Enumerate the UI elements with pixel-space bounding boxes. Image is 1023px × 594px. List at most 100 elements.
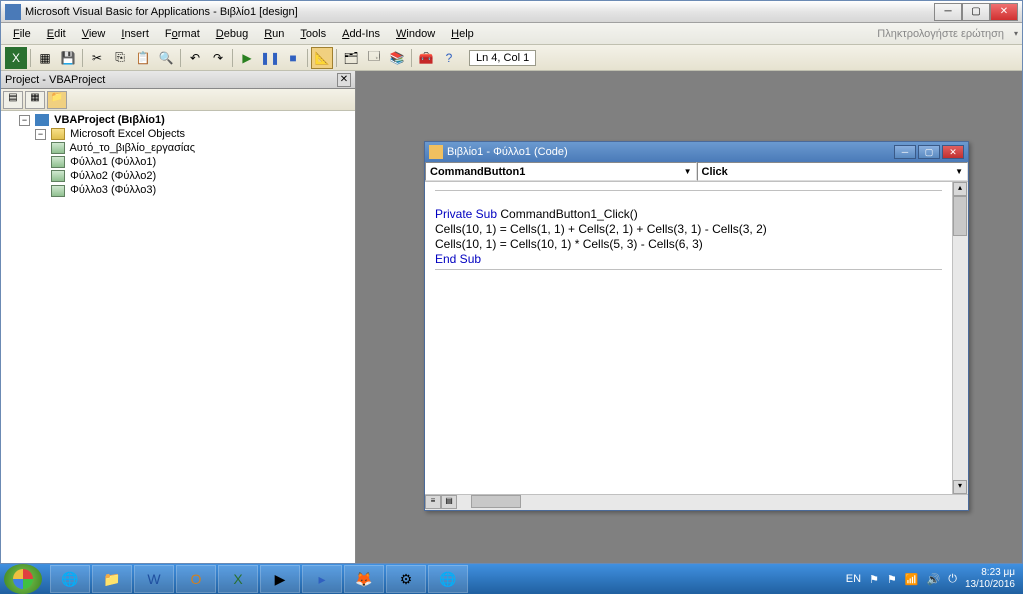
language-indicator[interactable]: EN xyxy=(846,573,861,585)
word-icon[interactable]: W xyxy=(134,565,174,593)
menu-format[interactable]: Format xyxy=(157,26,208,42)
chrome-running-icon[interactable]: 🌐 xyxy=(428,565,468,593)
media-player-icon[interactable]: ▶ xyxy=(260,565,300,593)
power-icon[interactable]: ⏻ xyxy=(948,573,957,586)
code-editor[interactable]: Private Sub CommandButton1_Click() Cells… xyxy=(425,182,952,494)
code-window-titlebar[interactable]: Βιβλίο1 - Φύλλο1 (Code) ─ ▢ ✕ xyxy=(425,142,968,162)
menu-view[interactable]: View xyxy=(74,26,114,42)
object-dropdown[interactable]: CommandButton1 ▼ xyxy=(425,162,697,181)
tree-item-sheet2[interactable]: Φύλλο2 (Φύλλο2) xyxy=(3,169,353,183)
flag-icon[interactable]: ⚑ xyxy=(869,573,879,586)
tree-root[interactable]: − VBAProject (Βιβλίο1) xyxy=(3,113,353,127)
design-mode-icon[interactable]: 📐 xyxy=(311,47,333,69)
view-code-button[interactable]: ▤ xyxy=(3,91,23,109)
undo-icon[interactable]: ↶ xyxy=(184,47,206,69)
full-module-view-button[interactable]: ▤ xyxy=(441,495,457,509)
tree-item-sheet3[interactable]: Φύλλο3 (Φύλλο3) xyxy=(3,183,353,197)
firefox-icon[interactable]: 🦊 xyxy=(344,565,384,593)
workbook-icon xyxy=(51,142,65,154)
explorer-icon[interactable]: 📁 xyxy=(92,565,132,593)
scroll-thumb[interactable] xyxy=(471,495,521,508)
menu-tools[interactable]: Tools xyxy=(292,26,334,42)
cursor-position: Ln 4, Col 1 xyxy=(469,50,536,66)
scroll-up-icon[interactable]: ▴ xyxy=(953,182,967,196)
break-icon[interactable]: ❚❚ xyxy=(259,47,281,69)
cut-icon[interactable]: ✂ xyxy=(86,47,108,69)
project-tree[interactable]: − VBAProject (Βιβλίο1) − Microsoft Excel… xyxy=(1,111,355,563)
horizontal-scrollbar[interactable]: ≡ ▤ xyxy=(425,494,968,510)
save-icon[interactable]: 💾 xyxy=(57,47,79,69)
code-window: Βιβλίο1 - Φύλλο1 (Code) ─ ▢ ✕ CommandBut… xyxy=(424,141,969,511)
tree-folder[interactable]: − Microsoft Excel Objects xyxy=(3,127,353,141)
procedure-view-button[interactable]: ≡ xyxy=(425,495,441,509)
menu-window[interactable]: Window xyxy=(388,26,443,42)
insert-module-icon[interactable]: ▦ xyxy=(34,47,56,69)
object-browser-icon[interactable]: 📚 xyxy=(386,47,408,69)
project-panel-close-button[interactable]: ✕ xyxy=(337,73,351,87)
menu-insert[interactable]: Insert xyxy=(113,26,157,42)
powershell-icon[interactable]: ▸ xyxy=(302,565,342,593)
scroll-down-icon[interactable]: ▾ xyxy=(953,480,967,494)
toggle-folders-button[interactable]: 📁 xyxy=(47,91,67,109)
project-panel-title: Project - VBAProject ✕ xyxy=(1,71,355,89)
procedure-dropdown-value: Click xyxy=(702,166,728,178)
action-center-icon[interactable]: ⚑ xyxy=(887,573,897,586)
code-dropdowns: CommandButton1 ▼ Click ▼ xyxy=(425,162,968,182)
tree-toggle-icon[interactable]: − xyxy=(35,129,46,140)
close-button[interactable]: ✕ xyxy=(990,3,1018,21)
run-icon[interactable]: ▶ xyxy=(236,47,258,69)
copy-icon[interactable]: ⎘ xyxy=(109,47,131,69)
clock[interactable]: 8:23 μμ 13/10/2016 xyxy=(965,567,1015,591)
help-dropdown-icon[interactable]: ▾ xyxy=(1014,29,1018,38)
menu-bar: File Edit View Insert Format Debug Run T… xyxy=(1,23,1022,45)
reset-icon[interactable]: ■ xyxy=(282,47,304,69)
procedure-dropdown[interactable]: Click ▼ xyxy=(697,162,969,181)
project-panel-toolbar: ▤ ▦ 📁 xyxy=(1,89,355,111)
outlook-icon[interactable]: O xyxy=(176,565,216,593)
maximize-button[interactable]: ▢ xyxy=(962,3,990,21)
network-icon[interactable]: 📶 xyxy=(905,573,919,586)
clock-date: 13/10/2016 xyxy=(965,579,1015,591)
settings-icon[interactable]: ⚙ xyxy=(386,565,426,593)
project-explorer-icon[interactable]: 🗂 xyxy=(340,47,362,69)
main-area: Project - VBAProject ✕ ▤ ▦ 📁 − VBAProjec… xyxy=(1,71,1022,563)
help-icon[interactable]: ? xyxy=(438,47,460,69)
help-search[interactable]: Πληκτρολογήστε ερώτηση xyxy=(877,28,1012,40)
tree-item-sheet1[interactable]: Φύλλο1 (Φύλλο1) xyxy=(3,155,353,169)
menu-debug[interactable]: Debug xyxy=(208,26,256,42)
view-excel-icon[interactable]: X xyxy=(5,47,27,69)
redo-icon[interactable]: ↷ xyxy=(207,47,229,69)
menu-addins[interactable]: Add-Ins xyxy=(334,26,388,42)
toolbox-icon[interactable]: 🧰 xyxy=(415,47,437,69)
menu-help[interactable]: Help xyxy=(443,26,482,42)
toolbar: X ▦ 💾 ✂ ⎘ 📋 🔍 ↶ ↷ ▶ ❚❚ ■ 📐 🗂 🗔 📚 🧰 ? Ln … xyxy=(1,45,1022,71)
volume-icon[interactable]: 🔊 xyxy=(927,573,941,586)
find-icon[interactable]: 🔍 xyxy=(155,47,177,69)
sheet-icon xyxy=(51,156,65,168)
code-close-button[interactable]: ✕ xyxy=(942,145,964,159)
tree-item-label: Αυτό_το_βιβλίο_εργασίας xyxy=(69,142,195,154)
tree-item-label: Φύλλο2 (Φύλλο2) xyxy=(70,170,156,182)
paste-icon[interactable]: 📋 xyxy=(132,47,154,69)
tree-toggle-icon[interactable]: − xyxy=(19,115,30,126)
code-minimize-button[interactable]: ─ xyxy=(894,145,916,159)
properties-icon[interactable]: 🗔 xyxy=(363,47,385,69)
menu-file[interactable]: File xyxy=(5,26,39,42)
excel-icon[interactable]: X xyxy=(218,565,258,593)
start-button[interactable] xyxy=(4,564,42,594)
view-object-button[interactable]: ▦ xyxy=(25,91,45,109)
tree-item-workbook[interactable]: Αυτό_το_βιβλίο_εργασίας xyxy=(3,141,353,155)
minimize-button[interactable]: ─ xyxy=(934,3,962,21)
tree-root-label: VBAProject (Βιβλίο1) xyxy=(54,114,165,126)
dropdown-arrow-icon: ▼ xyxy=(684,167,692,176)
project-panel-title-label: Project - VBAProject xyxy=(5,74,105,86)
mdi-area: Βιβλίο1 - Φύλλο1 (Code) ─ ▢ ✕ CommandBut… xyxy=(356,71,1022,563)
windows-logo-icon xyxy=(13,569,33,589)
menu-run[interactable]: Run xyxy=(256,26,292,42)
chrome-icon[interactable]: 🌐 xyxy=(50,565,90,593)
scroll-thumb[interactable] xyxy=(953,196,967,236)
menu-edit[interactable]: Edit xyxy=(39,26,74,42)
vertical-scrollbar[interactable]: ▴ ▾ xyxy=(952,182,968,494)
main-window: Microsoft Visual Basic for Applications … xyxy=(0,0,1023,564)
code-maximize-button[interactable]: ▢ xyxy=(918,145,940,159)
